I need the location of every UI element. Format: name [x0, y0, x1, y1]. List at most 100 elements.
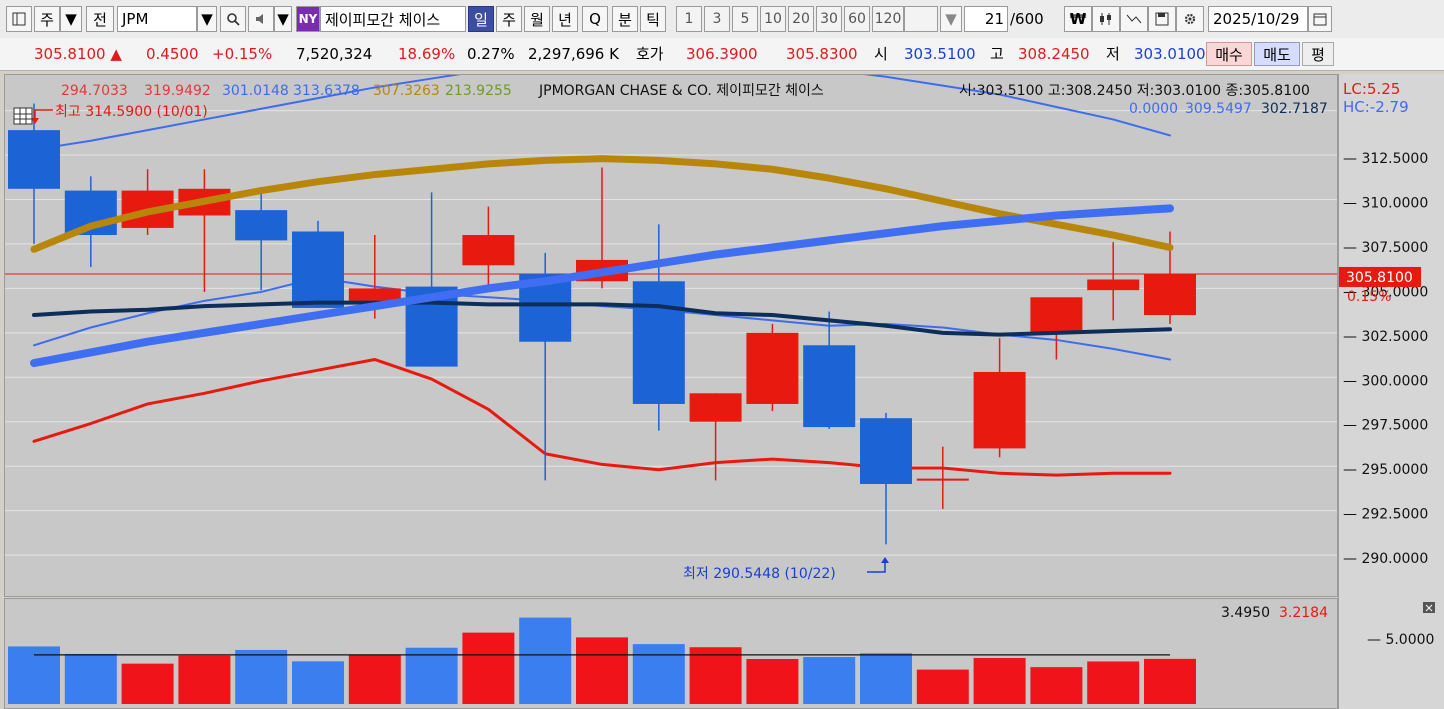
legend-ma-b: 213.9255: [445, 83, 512, 99]
turnover-pct: 18.69%: [398, 45, 456, 63]
low-annotation: 최저 290.5448 (10/22): [683, 566, 836, 582]
stock-name-field[interactable]: 제이피모간 체이스: [320, 6, 466, 32]
y-tick-label: — 302.5000: [1343, 329, 1428, 345]
volume-bar: [632, 644, 685, 704]
volume-bar: [746, 658, 799, 704]
interval-20[interactable]: 20: [788, 6, 814, 32]
candle-body: [803, 345, 856, 428]
tab-yearly[interactable]: 년: [552, 6, 578, 32]
candle-body: [235, 210, 288, 241]
volume-value-1: 3.4950: [1221, 605, 1270, 621]
interval-5[interactable]: 5: [732, 6, 758, 32]
candle-body: [1087, 279, 1140, 291]
interval-30[interactable]: 30: [816, 6, 842, 32]
symbol-input[interactable]: JPM: [117, 6, 197, 32]
low-label: 저: [1106, 45, 1120, 63]
interval-120[interactable]: 120: [872, 6, 904, 32]
volume-bar: [973, 657, 1026, 704]
save-icon[interactable]: [1148, 6, 1176, 32]
legend-line2-a: 0.0000: [1129, 101, 1178, 117]
tab-daily[interactable]: 일: [468, 6, 494, 32]
symbol-dropdown-icon[interactable]: ▼: [197, 6, 217, 32]
sell-button[interactable]: 매도: [1254, 42, 1300, 66]
low-price: 303.0100: [1134, 45, 1206, 63]
current-price-pct: 0.15%: [1347, 289, 1391, 305]
hc-label: HC:-2.79: [1343, 98, 1409, 116]
volume-bar: [1144, 658, 1196, 704]
gear-icon[interactable]: [1176, 6, 1204, 32]
ask-bid-label: 호가: [636, 45, 664, 63]
legend-ma-a: 307.3263: [373, 83, 440, 99]
volume-bar: [178, 655, 231, 704]
high-annotation-arrow: [31, 109, 53, 124]
candle-body: [462, 235, 515, 266]
ask-price: 306.3900: [686, 45, 758, 63]
open-label: 시: [874, 45, 888, 63]
lc-label: LC:5.25: [1343, 80, 1400, 98]
interval-10[interactable]: 10: [760, 6, 786, 32]
layout-icon[interactable]: [6, 6, 32, 32]
legend-bb1-low: 294.7033: [61, 83, 128, 99]
exchange-badge: NY: [296, 6, 320, 32]
legend-bb2-high: 313.6378: [293, 83, 360, 99]
tab-monthly[interactable]: 월: [524, 6, 550, 32]
candle-body: [916, 478, 969, 481]
calendar-icon[interactable]: [1308, 6, 1332, 32]
close-panel-icon[interactable]: [1423, 602, 1435, 613]
interval-1[interactable]: 1: [676, 6, 702, 32]
currency-icon[interactable]: ₩: [1064, 6, 1092, 32]
volume-bar: [64, 653, 117, 704]
candle-body: [860, 418, 912, 484]
count-total: /600: [1010, 10, 1044, 28]
period-week-button[interactable]: 주: [34, 6, 60, 32]
dropdown-arrow-icon[interactable]: ▼: [60, 6, 82, 32]
volume-bar: [348, 655, 401, 704]
volume-chart-svg: 3.4950 3.2184: [8, 605, 1328, 704]
high-label: 고: [990, 45, 1004, 63]
volume-value-2: 3.2184: [1279, 605, 1328, 621]
tab-tick[interactable]: 틱: [640, 6, 666, 32]
candle-body: [632, 281, 685, 404]
legend-bb2-low: 301.0148: [222, 83, 289, 99]
high-annotation: 최고 314.5900 (10/01): [55, 104, 208, 120]
y-tick-label: — 307.5000: [1343, 240, 1428, 256]
all-button[interactable]: 전: [86, 6, 114, 32]
search-icon[interactable]: [220, 6, 246, 32]
bid-price: 305.8300: [786, 45, 858, 63]
price-axis: LC:5.25 HC:-2.79 — 312.5000 — 310.0000 — 3…: [1338, 74, 1444, 709]
candle-body: [1030, 297, 1083, 333]
candle-settings-icon[interactable]: [1092, 6, 1120, 32]
interval-60[interactable]: 60: [844, 6, 870, 32]
y-tick-label: — 295.0000: [1343, 462, 1428, 478]
drawing-tool-icon[interactable]: [1120, 6, 1148, 32]
volume-bar: [576, 637, 628, 704]
volume-chart[interactable]: 3.4950 3.2184: [4, 598, 1338, 709]
sound-dropdown-icon[interactable]: ▼: [274, 6, 292, 32]
volume-bar: [1087, 661, 1140, 704]
open-price: 303.5100: [904, 45, 976, 63]
tab-weekly[interactable]: 주: [496, 6, 522, 32]
buy-button[interactable]: 매수: [1206, 42, 1252, 66]
low-annotation-arrow: [867, 557, 889, 573]
date-input[interactable]: 2025/10/29: [1208, 6, 1308, 32]
interval-3[interactable]: 3: [704, 6, 730, 32]
volume-bar: [121, 663, 174, 704]
y-tick-label: — 300.0000: [1343, 373, 1428, 389]
current-price: 305.8100 ▲: [34, 45, 122, 63]
interval-custom-field[interactable]: [904, 6, 938, 32]
candle-body: [746, 332, 799, 404]
speaker-icon[interactable]: [248, 6, 274, 32]
price-chart[interactable]: 294.7033 319.9492 301.0148 313.6378 307.…: [4, 74, 1338, 597]
tab-quarter[interactable]: Q: [582, 6, 608, 32]
count-input[interactable]: 21: [964, 6, 1008, 32]
volume-bar: [860, 653, 912, 704]
avg-button[interactable]: 평: [1302, 42, 1334, 66]
y-tick-label: — 292.5000: [1343, 507, 1428, 523]
legend-line2-b: 309.5497: [1185, 101, 1252, 117]
interval-dropdown-icon[interactable]: ▼: [940, 6, 962, 32]
legend-ohlc: 시:303.5100 고:308.2450 저:303.0100 종:305.8…: [959, 83, 1310, 99]
volume-bar: [519, 617, 572, 704]
price-change-pct: +0.15%: [212, 45, 273, 63]
table-icon[interactable]: [13, 107, 33, 125]
tab-minute[interactable]: 분: [612, 6, 638, 32]
